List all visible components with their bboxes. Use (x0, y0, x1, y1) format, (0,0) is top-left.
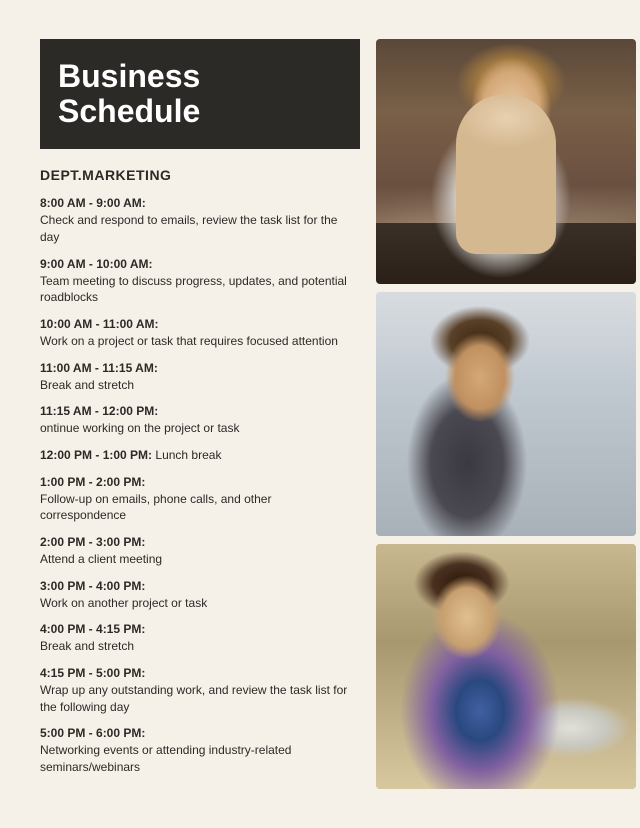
schedule-desc: Team meeting to discuss progress, update… (40, 273, 360, 307)
schedule-desc: Break and stretch (40, 377, 360, 394)
schedule-desc: Networking events or attending industry-… (40, 742, 360, 776)
schedule-time: 11:00 AM - 11:15 AM: (40, 361, 158, 375)
schedule-time: 10:00 AM - 11:00 AM: (40, 317, 158, 331)
schedule-time: 9:00 AM - 10:00 AM: (40, 257, 152, 271)
schedule-time: 3:00 PM - 4:00 PM: (40, 579, 145, 593)
schedule-time: 12:00 PM - 1:00 PM: (40, 448, 152, 462)
schedule-time: 8:00 AM - 9:00 AM: (40, 196, 146, 210)
schedule-desc: Follow-up on emails, phone calls, and ot… (40, 491, 360, 525)
schedule-item: 8:00 AM - 9:00 AM: Check and respond to e… (40, 195, 360, 245)
schedule-desc: Wrap up any outstanding work, and review… (40, 682, 360, 716)
schedule-item: 4:15 PM - 5:00 PM: Wrap up any outstandin… (40, 665, 360, 715)
right-panel (376, 39, 636, 789)
photo-woman-presenting (376, 292, 636, 537)
dept-label: DEPT.MARKETING (40, 167, 360, 183)
schedule-desc: ontinue working on the project or task (40, 420, 360, 437)
schedule-time: 4:15 PM - 5:00 PM: (40, 666, 145, 680)
schedule-desc: Work on a project or task that requires … (40, 333, 360, 350)
schedule-item: 5:00 PM - 6:00 PM: Networking events or a… (40, 725, 360, 775)
schedule-item: 10:00 AM - 11:00 AM: Work on a project or… (40, 316, 360, 350)
photo-overlay-3 (376, 544, 636, 789)
left-panel: Business Schedule DEPT.MARKETING 8:00 AM… (40, 39, 360, 789)
schedule-desc: Work on another project or task (40, 595, 360, 612)
schedule-desc: Lunch break (155, 448, 221, 462)
photo-woman-at-laptop (376, 39, 636, 284)
schedule-item: 3:00 PM - 4:00 PM: Work on another projec… (40, 578, 360, 612)
schedule-item: 4:00 PM - 4:15 PM: Break and stretch (40, 621, 360, 655)
schedule-item: 11:00 AM - 11:15 AM: Break and stretch (40, 360, 360, 394)
schedule-item: 11:15 AM - 12:00 PM: ontinue working on t… (40, 403, 360, 437)
schedule-desc: Break and stretch (40, 638, 360, 655)
schedule-time: 11:15 AM - 12:00 PM: (40, 404, 158, 418)
header-title: Business Schedule (58, 59, 342, 129)
schedule-item: 1:00 PM - 2:00 PM: Follow-up on emails, p… (40, 474, 360, 524)
schedule-item: 9:00 AM - 10:00 AM: Team meeting to discu… (40, 256, 360, 306)
schedule-time: 1:00 PM - 2:00 PM: (40, 475, 145, 489)
photo-woman-typing (376, 544, 636, 789)
schedule-desc: Attend a client meeting (40, 551, 360, 568)
schedule-time: 5:00 PM - 6:00 PM: (40, 726, 145, 740)
schedule-time: 2:00 PM - 3:00 PM: (40, 535, 145, 549)
header-box: Business Schedule (40, 39, 360, 149)
schedule-desc: Check and respond to emails, review the … (40, 212, 360, 246)
photo-overlay-1 (376, 39, 636, 284)
schedule-item: 2:00 PM - 3:00 PM: Attend a client meetin… (40, 534, 360, 568)
schedule-time: 4:00 PM - 4:15 PM: (40, 622, 145, 636)
photo-overlay-2 (376, 292, 636, 537)
schedule-item: 12:00 PM - 1:00 PM: Lunch break (40, 447, 360, 464)
page: Business Schedule DEPT.MARKETING 8:00 AM… (20, 19, 620, 809)
schedule-list: 8:00 AM - 9:00 AM: Check and respond to e… (40, 195, 360, 775)
